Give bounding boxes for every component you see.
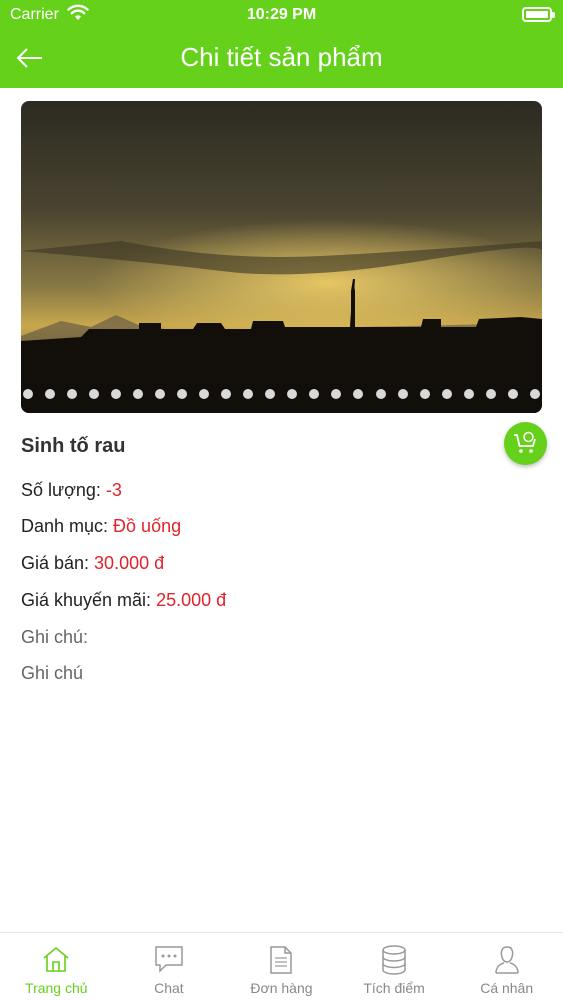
category-row: Danh mục: Đồ uống [21, 516, 181, 537]
carousel-dot[interactable] [353, 389, 364, 399]
carousel-dot[interactable] [463, 389, 474, 399]
carousel-dot[interactable] [265, 389, 276, 399]
carousel-dot[interactable] [133, 389, 144, 399]
nav-bar: Chi tiết sản phẩm [0, 30, 563, 88]
document-icon [270, 946, 293, 974]
carousel-dot[interactable] [243, 389, 254, 399]
quantity-row: Số lượng: -3 [21, 480, 122, 501]
quantity-value: -3 [105, 480, 122, 500]
tab-chat[interactable]: Chat [113, 933, 226, 1000]
carousel-dot[interactable] [199, 389, 210, 399]
carousel-dot[interactable] [221, 389, 232, 399]
carousel-dot[interactable] [529, 389, 540, 399]
carousel-dot[interactable] [89, 389, 100, 399]
carousel-dot[interactable] [375, 389, 386, 399]
category-value: Đồ uống [113, 516, 182, 536]
tab-points-label: Tích điểm [363, 980, 425, 996]
tab-orders-label: Đơn hàng [250, 980, 313, 996]
note-label: Ghi chú: [21, 627, 89, 647]
tab-points[interactable]: Tích điểm [338, 933, 451, 1000]
promo-price-label: Giá khuyến mãi: [21, 590, 157, 610]
carousel-dot[interactable] [441, 389, 452, 399]
carousel-dot[interactable] [23, 389, 33, 399]
carousel-dot[interactable] [67, 389, 78, 399]
carousel-dot[interactable] [287, 389, 298, 399]
carousel-dot[interactable] [111, 389, 122, 399]
tab-home-label: Trang chủ [25, 980, 88, 996]
add-to-cart-button[interactable] [504, 422, 547, 465]
carousel-dot[interactable] [397, 389, 408, 399]
tab-home[interactable]: Trang chủ [0, 933, 113, 1000]
carousel-dots [21, 389, 542, 401]
cart-icon [514, 431, 536, 453]
tab-profile[interactable]: Cá nhân [450, 933, 563, 1000]
carousel-dot[interactable] [485, 389, 496, 399]
category-label: Danh mục: [21, 516, 114, 536]
carousel-dot[interactable] [309, 389, 320, 399]
tab-chat-label: Chat [154, 980, 184, 996]
product-image-carousel[interactable] [21, 101, 542, 413]
promo-price-row: Giá khuyến mãi: 25.000 đ [21, 590, 226, 611]
battery-icon [522, 7, 555, 22]
carousel-dot[interactable] [45, 389, 56, 399]
carousel-dot[interactable] [507, 389, 518, 399]
carousel-dot[interactable] [419, 389, 430, 399]
tab-orders[interactable]: Đơn hàng [225, 933, 338, 1000]
carousel-dot[interactable] [177, 389, 188, 399]
price-value: 30.000 đ [94, 553, 165, 573]
promo-price-value: 25.000 đ [156, 590, 227, 610]
chat-icon [155, 946, 183, 973]
price-label: Giá bán: [21, 553, 95, 573]
note-value: Ghi chú [21, 663, 84, 683]
carousel-dot[interactable] [331, 389, 342, 399]
person-icon [494, 946, 519, 974]
page-title: Chi tiết sản phẩm [180, 42, 383, 72]
quantity-label: Số lượng: [21, 480, 106, 500]
tab-profile-label: Cá nhân [480, 980, 534, 996]
home-icon [43, 946, 69, 972]
status-bar: Carrier 10:29 PM [0, 0, 563, 30]
product-image [21, 101, 542, 413]
price-row: Giá bán: 30.000 đ [21, 553, 164, 574]
carousel-dot[interactable] [155, 389, 166, 399]
app-header: Carrier 10:29 PM Chi tiết sản phẩm [0, 0, 563, 88]
clock: 10:29 PM [246, 6, 317, 23]
tab-bar: Trang chủ Chat Đơn hàng Tích điểm Cá nhâ… [0, 932, 563, 1000]
database-icon [382, 945, 406, 975]
product-name: Sinh tố rau [21, 435, 126, 457]
